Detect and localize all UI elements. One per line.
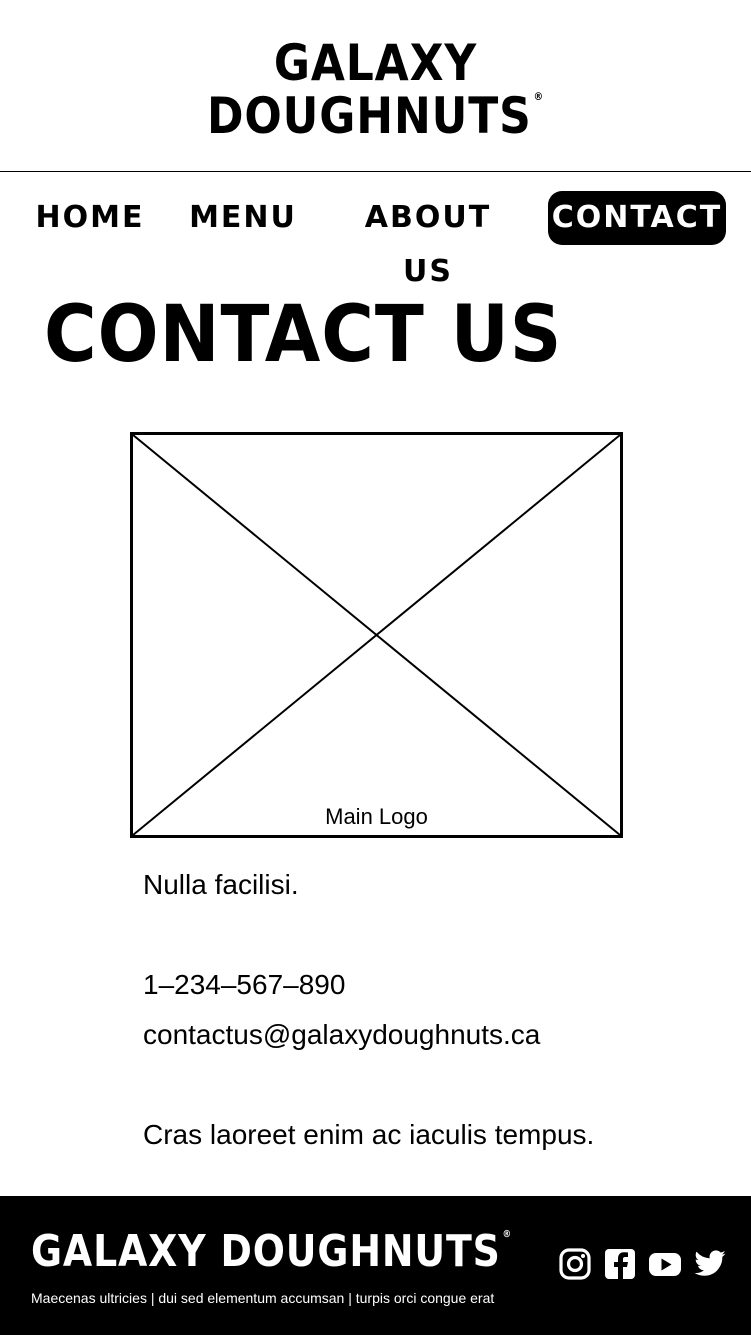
footer-registered-mark: ® xyxy=(502,1229,512,1240)
footer-tagline: Maecenas ultricies | dui sed elementum a… xyxy=(31,1290,495,1306)
main-logo-image-placeholder: Main Logo xyxy=(130,432,623,838)
site-header: GALAXY DOUGHNUTS ® xyxy=(0,0,751,172)
closing-text: Cras laoreet enim ac iaculis tempus. xyxy=(143,1119,595,1150)
registered-mark: ® xyxy=(533,90,545,103)
placeholder-cross-icon xyxy=(133,435,620,835)
youtube-icon[interactable] xyxy=(648,1247,682,1281)
site-footer: GALAXY DOUGHNUTS ® Maecenas ultricies | d… xyxy=(0,1196,751,1335)
phone-number[interactable]: 1–234–567–890 xyxy=(143,968,345,1002)
instagram-icon[interactable] xyxy=(558,1247,592,1281)
email-address[interactable]: contactus@galaxydoughnuts.ca xyxy=(143,1018,540,1052)
intro-text: Nulla facilisi. xyxy=(143,869,299,900)
brand-logo-line2[interactable]: DOUGHNUTS ® xyxy=(45,91,706,141)
image-caption: Main Logo xyxy=(325,804,428,829)
twitter-icon[interactable] xyxy=(693,1247,727,1281)
footer-brand[interactable]: GALAXY DOUGHNUTS ® xyxy=(31,1230,512,1274)
page-title: CONTACT US xyxy=(44,290,563,380)
facebook-icon[interactable] xyxy=(603,1247,637,1281)
footer-brand-name: GALAXY DOUGHNUTS xyxy=(31,1226,501,1277)
nav-item-about-us[interactable]: ABOUT US xyxy=(336,191,520,289)
nav-item-home[interactable]: HOME xyxy=(30,191,150,245)
nav-item-menu[interactable]: MENU xyxy=(183,191,303,245)
main-nav: HOME MENU ABOUT US CONTACT xyxy=(0,191,751,289)
brand-name-galaxy: GALAXY xyxy=(273,34,478,92)
brand-name-doughnuts: DOUGHNUTS xyxy=(206,87,532,145)
nav-item-contact[interactable]: CONTACT xyxy=(548,191,726,245)
brand-logo-line1[interactable]: GALAXY xyxy=(45,38,706,88)
